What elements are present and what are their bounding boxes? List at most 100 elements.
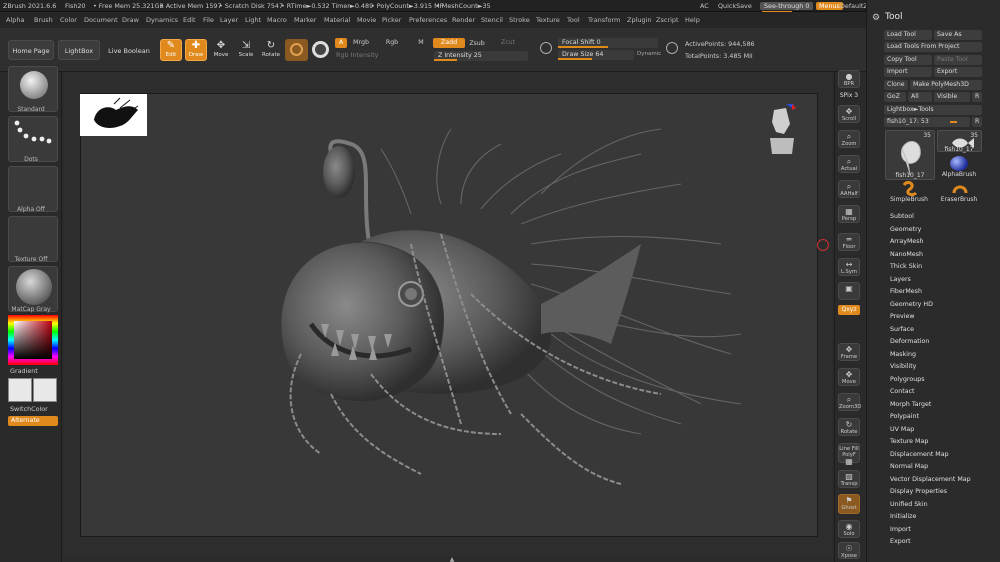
qxyz-toggle[interactable]: Qxyz: [838, 305, 860, 315]
menu-texture[interactable]: Texture: [536, 16, 560, 24]
tool-submenu-nanomesh[interactable]: NanoMesh: [890, 251, 923, 258]
bottom-tray-toggle[interactable]: ▲: [440, 556, 464, 562]
zoom-button[interactable]: ⌕ Zoom: [838, 130, 860, 148]
lightbox-tools-button[interactable]: Lightbox►Tools: [884, 105, 982, 115]
z-intensity-slider[interactable]: Z Intensity 25: [434, 51, 528, 61]
zoom3d-button[interactable]: ⌕ Zoom3D: [838, 393, 861, 411]
tool-submenu-import[interactable]: Import: [890, 526, 911, 533]
load-tools-from-project-button[interactable]: Load Tools From Project: [884, 42, 982, 52]
tool-submenu-normal-map[interactable]: Normal Map: [890, 463, 928, 470]
color-square[interactable]: [14, 321, 52, 359]
menu-light[interactable]: Light: [245, 16, 261, 24]
zsub-toggle[interactable]: Zsub: [468, 39, 486, 49]
tool-submenu-fibermesh[interactable]: FiberMesh: [890, 288, 922, 295]
menu-help[interactable]: Help: [685, 16, 700, 24]
menu-zscript[interactable]: Zscript: [656, 16, 679, 24]
tool-submenu-initialize[interactable]: Initialize: [890, 513, 916, 520]
goz-visible-button[interactable]: Visible: [934, 92, 970, 102]
menu-alpha[interactable]: Alpha: [6, 16, 24, 24]
menu-transform[interactable]: Transform: [588, 16, 620, 24]
tool-submenu-arraymesh[interactable]: ArrayMesh: [890, 238, 924, 245]
menu-dynamics[interactable]: Dynamics: [146, 16, 178, 24]
goz-all-button[interactable]: All: [908, 92, 932, 102]
tool-submenu-unified-skin[interactable]: Unified Skin: [890, 501, 928, 508]
mrgb-toggle[interactable]: Mrgb: [350, 38, 372, 48]
copy-tool-button[interactable]: Copy Tool: [884, 55, 932, 65]
tool-submenu-texture-map[interactable]: Texture Map: [890, 438, 928, 445]
load-tool-button[interactable]: Load Tool: [884, 30, 932, 40]
live-boolean-button[interactable]: Live Boolean: [104, 40, 154, 60]
alternate-button[interactable]: Alternate: [8, 416, 58, 426]
goz-button[interactable]: GoZ: [884, 92, 906, 102]
solo-button[interactable]: ◉ Solo: [838, 520, 860, 538]
tool-palette-wrench-icon[interactable]: ⚙: [872, 13, 880, 23]
tool-submenu-vector-displacement-map[interactable]: Vector Displacement Map: [890, 476, 971, 483]
lock-button[interactable]: ▣: [838, 282, 860, 300]
menu-material[interactable]: Material: [324, 16, 350, 24]
tool-submenu-visibility[interactable]: Visibility: [890, 363, 916, 370]
import-button[interactable]: Import: [884, 67, 932, 77]
tool-submenu-geometry[interactable]: Geometry: [890, 226, 921, 233]
eraserbrush-icon[interactable]: [951, 181, 969, 196]
see-through-slider[interactable]: See-through 0: [760, 2, 814, 12]
local-symmetry-button[interactable]: ↔ L.Sym: [838, 258, 860, 276]
menu-draw[interactable]: Draw: [122, 16, 139, 24]
lightbox-button[interactable]: LightBox: [58, 40, 100, 60]
floor-button[interactable]: ═ Floor: [838, 233, 860, 251]
color-picker[interactable]: [8, 315, 58, 365]
material-swatch-button[interactable]: [285, 39, 308, 61]
menu-document[interactable]: Document: [84, 16, 118, 24]
rgb-toggle[interactable]: Rgb: [384, 38, 400, 48]
eraserbrush-label[interactable]: EraserBrush: [934, 196, 984, 203]
actual-button[interactable]: ⌕ Actual: [838, 155, 860, 173]
tool-submenu-export[interactable]: Export: [890, 538, 911, 545]
menu-render[interactable]: Render: [452, 16, 475, 24]
a-toggle[interactable]: A: [335, 38, 347, 48]
menu-file[interactable]: File: [203, 16, 214, 24]
menu-tool[interactable]: Tool: [567, 16, 580, 24]
switchcolor-button[interactable]: SwitchColor: [10, 405, 48, 413]
tool-submenu-layers[interactable]: Layers: [890, 276, 911, 283]
tool-submenu-morph-target[interactable]: Morph Target: [890, 401, 931, 408]
navigation-thumbnail[interactable]: [80, 94, 147, 136]
focal-shift-slider[interactable]: Focal Shift 0: [558, 38, 658, 48]
simplebrush-icon[interactable]: [900, 181, 918, 197]
menu-macro[interactable]: Macro: [267, 16, 287, 24]
move-view-button[interactable]: ✥ Move: [838, 368, 860, 386]
save-as-button[interactable]: Save As: [934, 30, 982, 40]
scale-mode-button[interactable]: ⇲ Scale: [235, 39, 257, 61]
frame-button[interactable]: ✥ Frame: [838, 343, 860, 361]
menu-zplugin[interactable]: Zplugin: [627, 16, 652, 24]
secondary-color-swatch[interactable]: [33, 378, 57, 402]
draw-mode-button[interactable]: ✚ Draw: [185, 39, 207, 61]
paste-tool-button[interactable]: Paste Tool: [934, 55, 982, 65]
dynamic-d-icon[interactable]: [666, 42, 678, 54]
tool-submenu-thick-skin[interactable]: Thick Skin: [890, 263, 922, 270]
m-toggle[interactable]: M: [416, 38, 426, 48]
goz-r-button[interactable]: R: [972, 92, 982, 102]
clone-button[interactable]: Clone: [884, 80, 908, 90]
persp-button[interactable]: ▦ Persp: [838, 205, 860, 223]
tool-submenu-contact[interactable]: Contact: [890, 388, 915, 395]
dynamic-toggle[interactable]: Dynamic: [637, 51, 661, 57]
tool-submenu-display-properties[interactable]: Display Properties: [890, 488, 947, 495]
orientation-head-icon[interactable]: [766, 104, 796, 158]
spix-slider[interactable]: SPix 3: [837, 92, 861, 101]
current-tool-r-button[interactable]: R: [972, 117, 982, 127]
tool-submenu-uv-map[interactable]: UV Map: [890, 426, 914, 433]
export-button[interactable]: Export: [934, 67, 982, 77]
alphabrush-icon[interactable]: [950, 156, 968, 171]
tool-submenu-subtool[interactable]: Subtool: [890, 213, 914, 220]
menu-stroke[interactable]: Stroke: [509, 16, 530, 24]
tool-submenu-geometry-hd[interactable]: Geometry HD: [890, 301, 933, 308]
current-tool-slider[interactable]: fish10_17: 53: [884, 117, 970, 127]
menus-toggle[interactable]: Menus: [816, 2, 843, 10]
xpose-button[interactable]: ☉ Xpose: [838, 542, 860, 559]
symmetry-yin-icon[interactable]: [312, 41, 329, 58]
rotate-view-button[interactable]: ↻ Rotate: [838, 418, 860, 436]
quicksave-button[interactable]: QuickSave: [718, 2, 752, 10]
tool-submenu-polypaint[interactable]: Polypaint: [890, 413, 919, 420]
tool-submenu-polygroups[interactable]: Polygroups: [890, 376, 924, 383]
tool-submenu-displacement-map[interactable]: Displacement Map: [890, 451, 949, 458]
document-canvas[interactable]: [80, 93, 818, 537]
